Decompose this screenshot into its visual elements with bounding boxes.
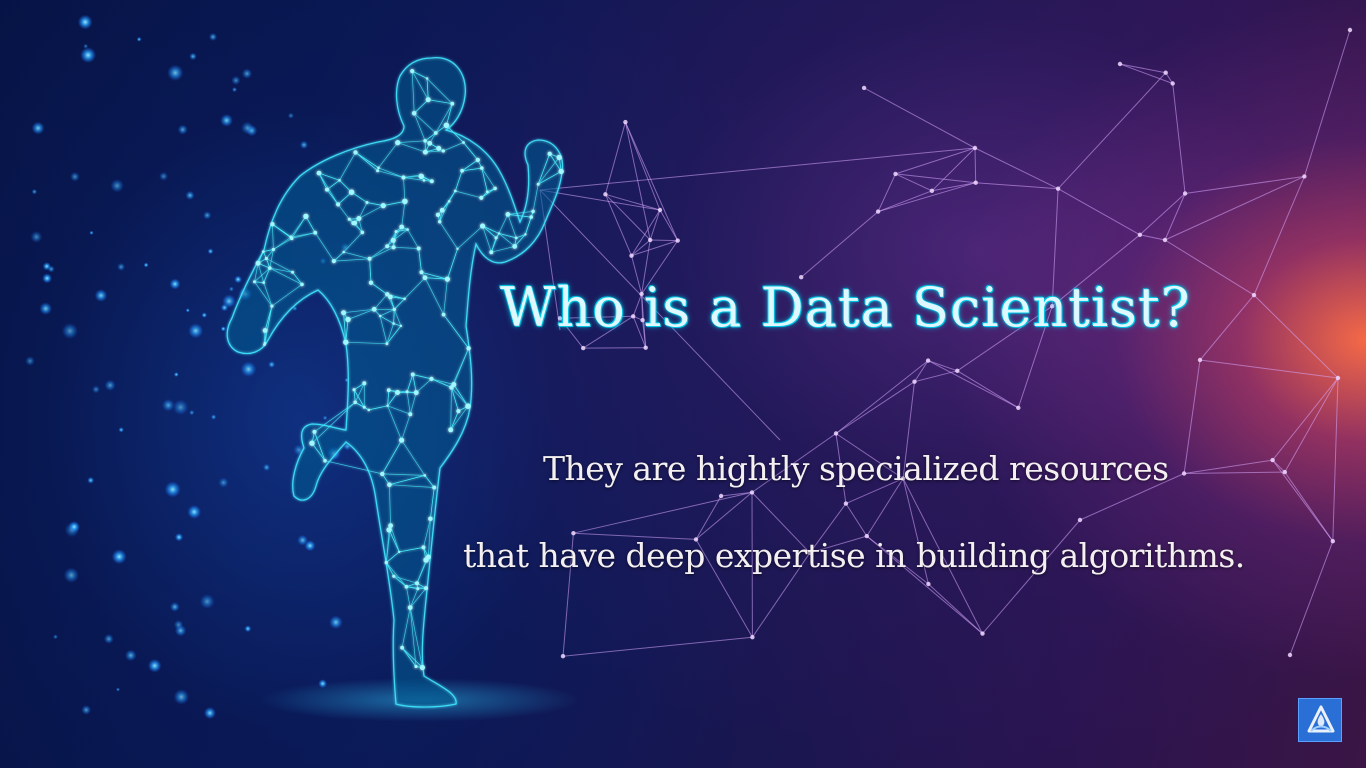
particle-field: [25, 14, 352, 720]
slide-title: Who is a Data Scientist?: [500, 276, 1191, 339]
running-figure-mesh: [226, 57, 564, 708]
slide-canvas: Who is a Data Scientist? They are hightl…: [0, 0, 1366, 768]
body-line-1: They are hightly specialized resources: [543, 449, 1169, 488]
triangle-swirl-logo-icon[interactable]: [1298, 698, 1342, 742]
logo-glyph: [1307, 705, 1335, 733]
background-art: [25, 14, 1353, 722]
body-line-2: that have deep expertise in building alg…: [463, 536, 1245, 575]
